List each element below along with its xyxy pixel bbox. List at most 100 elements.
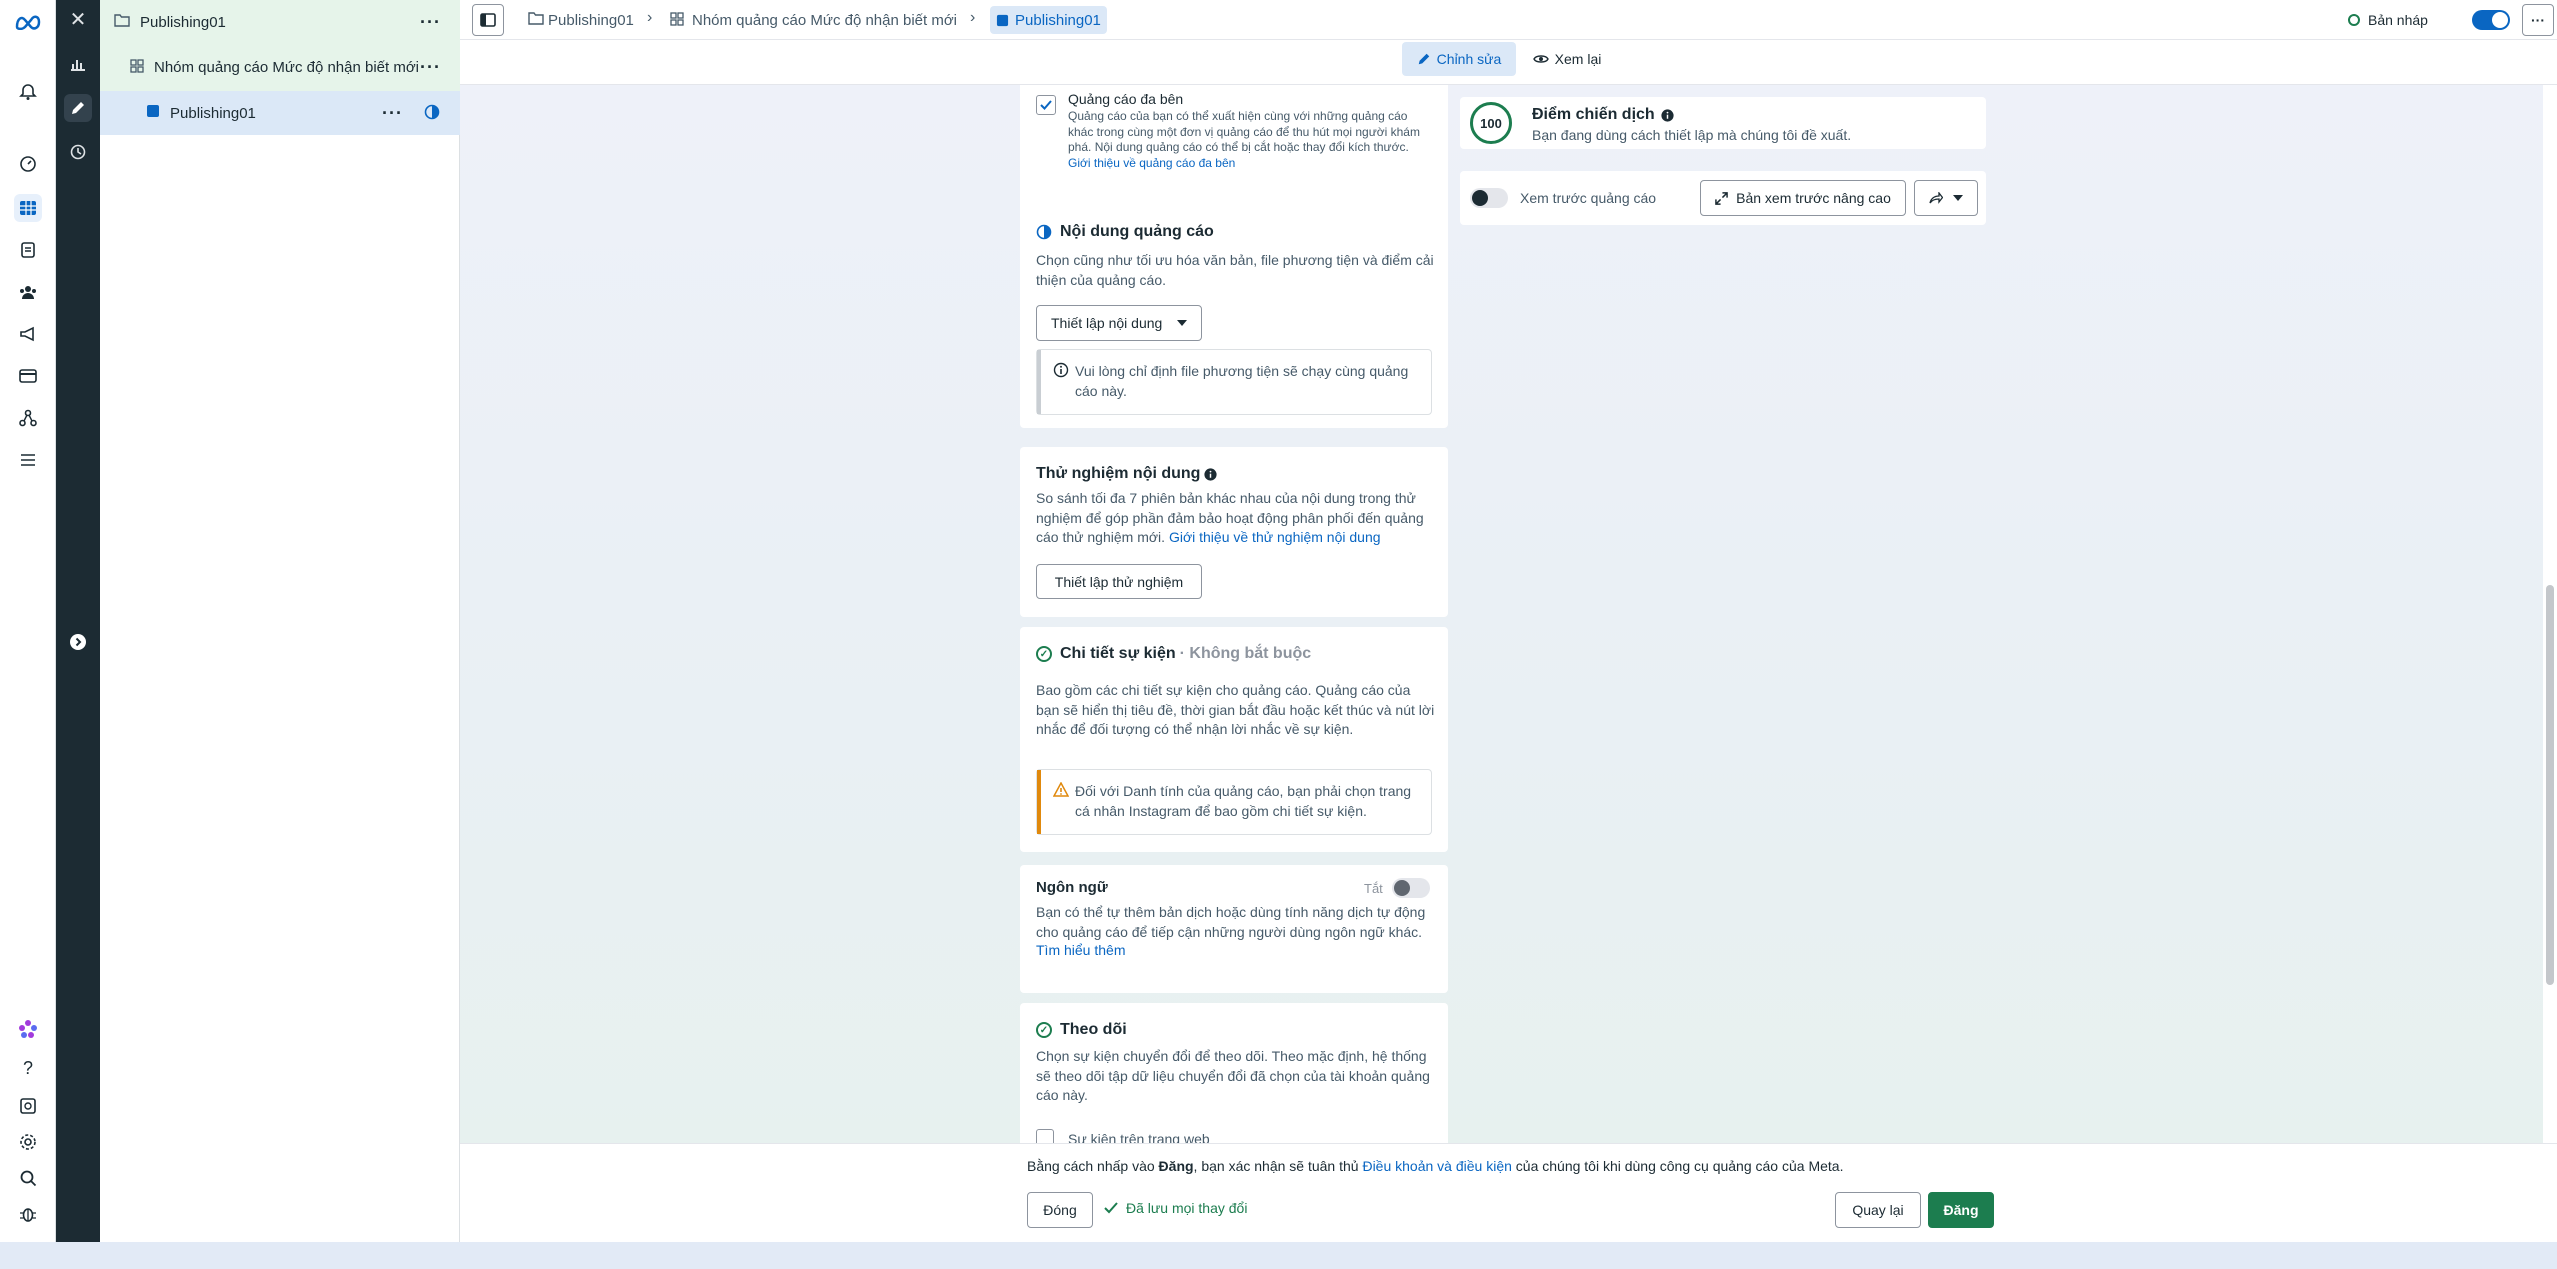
language-title: Ngôn ngữ <box>1036 879 1108 896</box>
flower-icon[interactable] <box>14 1015 42 1043</box>
edit-mode-label: Chỉnh sửa <box>1436 51 1502 67</box>
tracking-desc: Chọn sự kiện chuyển đổi để theo dõi. The… <box>1036 1048 1430 1103</box>
adset-more-icon[interactable]: ··· <box>420 57 441 78</box>
back-button[interactable]: Quay lại <box>1835 1192 1921 1228</box>
info-icon[interactable] <box>1661 108 1674 122</box>
edit-pencil-icon[interactable] <box>64 94 92 122</box>
status-toggle[interactable] <box>2472 10 2510 30</box>
review-mode-tab[interactable]: Xem lại <box>1524 42 1610 76</box>
breadcrumb-ad-label: Publishing01 <box>1015 11 1101 29</box>
more-options-button[interactable]: ··· <box>2522 4 2554 36</box>
checkmark-icon <box>1040 100 1052 110</box>
tree-ad-label: Publishing01 <box>170 104 256 122</box>
ad-square-icon <box>996 14 1009 26</box>
event-details-optional: · Không bắt buộc <box>1179 645 1312 662</box>
menu-icon[interactable] <box>14 446 42 474</box>
tree-item-adset[interactable]: Nhóm quảng cáo Mức độ nhận biết mới ··· <box>100 44 460 91</box>
campaign-score-card: 100 Điểm chiến dịch Bạn đang dùng cách t… <box>1460 97 1986 149</box>
help-icon[interactable]: ? <box>14 1054 42 1082</box>
notifications-bell-icon[interactable] <box>14 78 42 106</box>
dashboard-icon[interactable] <box>14 150 42 178</box>
creative-testing-desc: So sánh tối đa 7 phiên bản khác nhau của… <box>1036 489 1436 548</box>
campaign-tree-panel: Publishing01 ··· Nhóm quảng cáo Mức độ n… <box>100 0 460 1242</box>
info-icon <box>1053 362 1069 381</box>
meta-logo-icon[interactable] <box>14 8 42 36</box>
draft-circle-icon <box>2348 14 2360 26</box>
close-button[interactable]: Đóng <box>1027 1192 1093 1228</box>
language-toggle[interactable] <box>1392 878 1430 898</box>
creative-testing-title: Thử nghiệm nội dung <box>1036 465 1201 482</box>
settings-icon[interactable] <box>14 1128 42 1156</box>
main-scrollbar[interactable] <box>2543 85 2557 1143</box>
ad-preview-toggle[interactable] <box>1470 188 1508 208</box>
search-icon[interactable] <box>14 1164 42 1192</box>
advanced-preview-button[interactable]: Bản xem trước nâng cao <box>1700 180 1906 216</box>
campaign-more-icon[interactable]: ··· <box>420 12 441 33</box>
saved-label: Đã lưu mọi thay đổi <box>1126 1200 1248 1216</box>
ad-creative-desc: Chọn cũng như tối ưu hóa văn bản, file p… <box>1036 252 1434 288</box>
mode-bar: Chỉnh sửa Xem lại <box>460 40 2557 85</box>
tracking-card: ✓ Theo dõi Chọn sự kiện chuyển đổi để th… <box>1020 1003 1448 1143</box>
expand-chevron-icon[interactable] <box>64 628 92 656</box>
event-details-desc: Bao gồm các chi tiết sự kiện cho quảng c… <box>1036 682 1435 737</box>
website-events-checkbox[interactable] <box>1036 1129 1054 1143</box>
event-details-card: ✓ Chi tiết sự kiện · Không bắt buộc Bao … <box>1020 627 1448 852</box>
history-clock-icon[interactable] <box>64 138 92 166</box>
eye-icon <box>1532 55 1549 63</box>
media-info-text: Vui lòng chỉ định file phương tiện sẽ ch… <box>1075 363 1409 399</box>
status-badge: Bản nháp <box>2348 0 2428 40</box>
publish-button[interactable]: Đăng <box>1928 1192 1994 1228</box>
breadcrumb-separator-icon: › <box>970 9 976 26</box>
multi-advertiser-title: Quảng cáo đa bên <box>1068 91 1184 107</box>
billing-card-icon[interactable] <box>14 362 42 390</box>
breadcrumb-campaign[interactable]: Publishing01 <box>548 0 634 40</box>
multi-advertiser-link[interactable]: Giới thiệu về quảng cáo đa bên <box>1068 156 1235 170</box>
event-warning-note: Đối với Danh tính của quảng cáo, bạn phả… <box>1036 769 1432 835</box>
close-icon[interactable]: ✕ <box>64 5 92 33</box>
terms-link[interactable]: Điều khoản và điều kiện <box>1362 1158 1511 1174</box>
edit-mode-tab[interactable]: Chỉnh sửa <box>1402 42 1516 76</box>
creative-testing-link[interactable]: Giới thiệu về thử nghiệm nội dung <box>1169 529 1381 545</box>
ads-manager-table-icon[interactable] <box>14 194 42 222</box>
info-icon[interactable] <box>1204 467 1218 481</box>
advanced-preview-label: Bản xem trước nâng cao <box>1736 190 1891 206</box>
language-learn-more-link[interactable]: Tìm hiểu thêm <box>1036 942 1125 958</box>
saved-status: Đã lưu mọi thay đổi <box>1104 1200 1247 1216</box>
events-manager-icon[interactable] <box>14 404 42 432</box>
publish-footer: Bằng cách nhấp vào Đăng, bạn xác nhận sẽ… <box>460 1143 2557 1242</box>
toggle-panel-button[interactable] <box>472 4 504 36</box>
language-desc: Bạn có thể tự thêm bản dịch hoặc dùng tí… <box>1036 904 1426 940</box>
checkmark-circle-icon: ✓ <box>1036 1022 1052 1038</box>
global-nav-rail: ? <box>0 0 56 1242</box>
score-ring: 100 <box>1470 102 1512 144</box>
ad-square-icon <box>146 104 160 122</box>
share-preview-button[interactable] <box>1914 180 1978 216</box>
folder-icon <box>528 11 544 30</box>
back-label: Quay lại <box>1852 1202 1904 1218</box>
checkmark-icon <box>1104 1202 1118 1214</box>
tracking-title: Theo dõi <box>1060 1021 1127 1038</box>
terms-prefix: Bằng cách nhấp vào <box>1027 1158 1159 1174</box>
caret-down-icon <box>1953 195 1963 201</box>
top-bar: Publishing01 › Nhóm quảng cáo Mức độ nhậ… <box>460 0 2557 40</box>
tree-item-campaign[interactable]: Publishing01 ··· <box>100 0 460 44</box>
ad-preview-label: Xem trước quảng cáo <box>1520 190 1657 206</box>
half-circle-icon <box>1036 224 1052 240</box>
document-icon[interactable] <box>14 236 42 264</box>
reports-icon[interactable] <box>14 1092 42 1120</box>
audience-icon[interactable] <box>14 278 42 306</box>
breadcrumb-ad[interactable]: Publishing01 <box>990 6 1107 34</box>
tree-item-ad[interactable]: Publishing01 ··· <box>100 91 460 135</box>
chart-icon[interactable] <box>64 50 92 78</box>
scrollbar-thumb[interactable] <box>2546 585 2554 985</box>
setup-creative-dropdown[interactable]: Thiết lập nội dung <box>1036 305 1202 341</box>
campaigns-megaphone-icon[interactable] <box>14 320 42 348</box>
ad-more-icon[interactable]: ··· <box>382 103 403 124</box>
breadcrumb-adset[interactable]: Nhóm quảng cáo Mức độ nhận biết mới <box>692 0 957 40</box>
setup-test-button[interactable]: Thiết lập thử nghiệm <box>1036 564 1202 599</box>
tree-campaign-label: Publishing01 <box>140 13 226 31</box>
expand-arrows-icon <box>1715 191 1728 205</box>
bug-icon[interactable] <box>14 1200 42 1228</box>
multi-advertiser-checkbox[interactable] <box>1036 95 1056 115</box>
bottom-strip <box>0 1242 2557 1269</box>
